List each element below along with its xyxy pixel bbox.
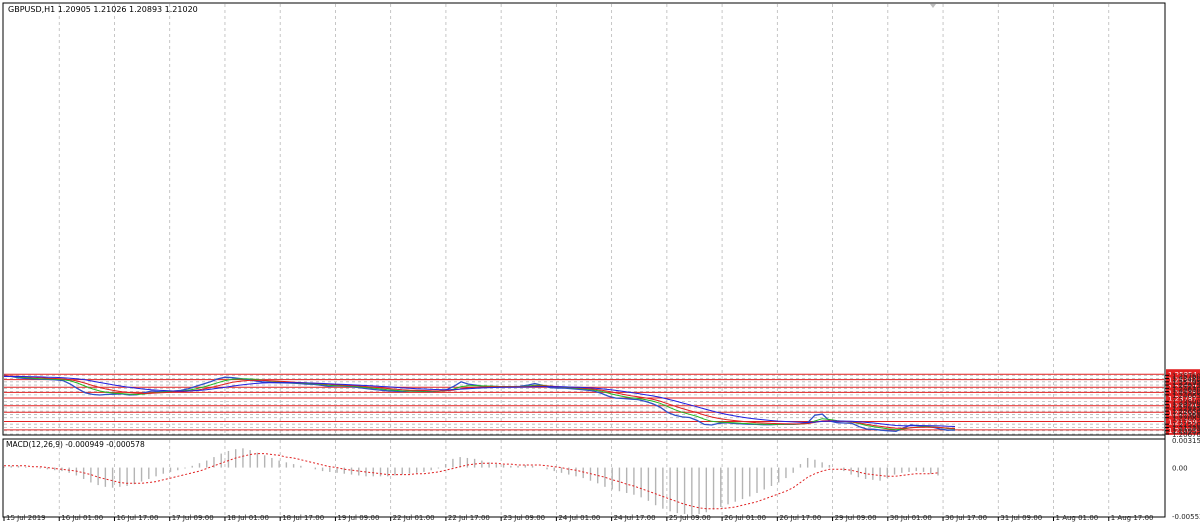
macd-tick-label: -0.005531 [1172,513,1200,521]
time-tick-label: 26 Jul 01:00 [724,514,766,522]
time-tick-label: 30 Jul 17:00 [945,514,987,522]
time-tick-label: 18 Jul 01:00 [227,514,269,522]
time-tick-label: 1 Aug 01:00 [1056,514,1099,522]
time-tick-label: 22 Jul 17:00 [448,514,490,522]
chart-background [0,0,1200,523]
time-tick-label: 16 Jul 01:00 [61,514,103,522]
time-tick-label: 25 Jul 09:00 [669,514,711,522]
macd-title: MACD(12,26,9) -0.000949 -0.000578 [6,440,145,449]
time-tick-label: 31 Jul 09:00 [1000,514,1042,522]
macd-tick-label: 0.003151 [1172,437,1200,445]
time-tick-label: 26 Jul 17:00 [779,514,821,522]
time-tick-label: 18 Jul 17:00 [282,514,324,522]
chart-title: GBPUSD,H1 1.20905 1.21026 1.20893 1.2102… [8,5,198,14]
time-tick-label: 16 Jul 17:00 [116,514,158,522]
trading-chart[interactable]: 1.258541.253821.247271.242751.237871.231… [0,0,1200,523]
time-tick-label: 15 Jul 2019 [6,514,46,522]
time-tick-label: 24 Jul 01:00 [558,514,600,522]
macd-tick-label: 0.00 [1172,465,1188,473]
time-tick-label: 1 Aug 17:00 [1111,514,1154,522]
time-tick-label: 30 Jul 01:00 [890,514,932,522]
time-tick-label: 24 Jul 17:00 [614,514,656,522]
time-tick-label: 22 Jul 01:00 [393,514,435,522]
time-tick-label: 23 Jul 09:00 [503,514,545,522]
time-tick-label: 19 Jul 09:00 [337,514,379,522]
time-tick-label: 29 Jul 09:00 [835,514,877,522]
chart-canvas[interactable]: 1.258541.253821.247271.242751.237871.231… [0,0,1200,523]
time-tick-label: 17 Jul 09:00 [172,514,214,522]
